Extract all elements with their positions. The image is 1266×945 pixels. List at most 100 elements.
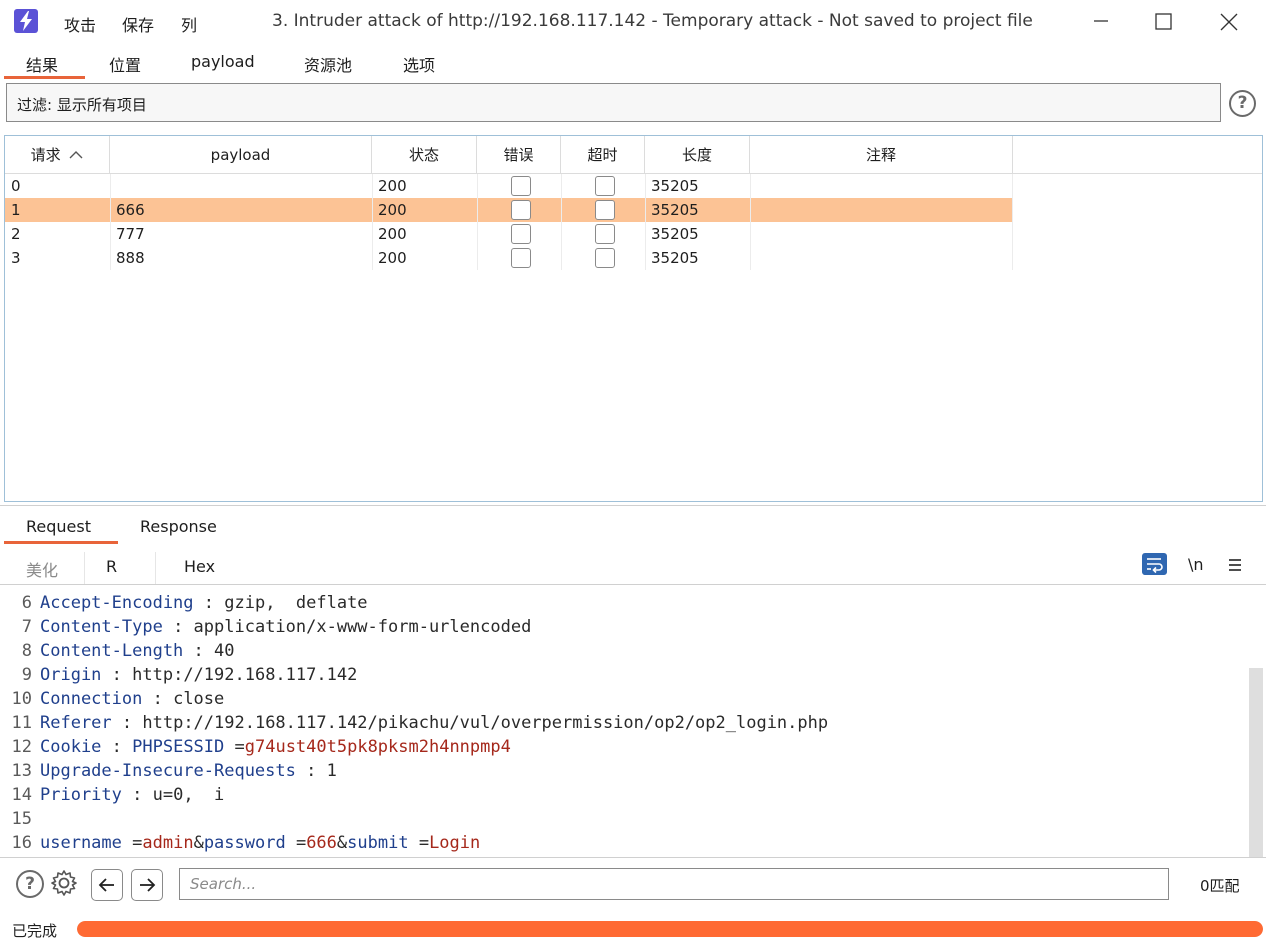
table-row[interactable]: 1 666 200 35205 [5, 198, 1013, 222]
active-tab-indicator [4, 541, 118, 544]
tab-request[interactable]: Request [26, 517, 91, 536]
menu-attack[interactable]: 攻击 [64, 12, 96, 36]
header-value: u=0, i [152, 785, 225, 805]
tab-options[interactable]: 选项 [403, 52, 435, 76]
minimize-button[interactable] [1081, 6, 1121, 36]
status-text: 已完成 [12, 922, 58, 940]
next-match-button[interactable] [131, 869, 163, 901]
cell-length: 35205 [651, 225, 699, 243]
subtab-hex[interactable]: Hex [184, 557, 215, 576]
column-divider [1012, 174, 1013, 270]
header-separator: : [295, 761, 327, 781]
subtab-raw[interactable]: R [106, 557, 117, 576]
code-text: Origin : http://192.168.117.142 [40, 663, 357, 687]
arrow-right-icon [140, 878, 156, 892]
tab-response[interactable]: Response [140, 517, 217, 536]
code-text: Referer : http://192.168.117.142/pikachu… [40, 711, 828, 735]
help-icon[interactable]: ? [16, 870, 44, 898]
line-number: 11 [11, 713, 32, 733]
newline-toggle[interactable]: \n [1188, 555, 1204, 574]
menu-icon[interactable] [1228, 557, 1242, 576]
table-row[interactable]: 2 777 200 35205 [5, 222, 1013, 246]
column-request-label: 请求 [30, 146, 61, 164]
line-number: 9 [21, 665, 32, 685]
error-checkbox [511, 176, 531, 196]
header-name: Priority [40, 785, 122, 805]
header-name: Referer [40, 713, 112, 733]
header-separator: : [111, 713, 143, 733]
body-token: & [193, 833, 204, 853]
column-timeout[interactable]: 超时 [561, 136, 645, 174]
menu-save[interactable]: 保存 [122, 12, 154, 36]
panel-divider [0, 505, 1266, 506]
body-token: password [203, 833, 286, 853]
cell-request: 3 [11, 249, 21, 267]
code-text: Upgrade-Insecure-Requests : 1 [40, 759, 337, 783]
header-value: close [173, 689, 225, 709]
tab-positions[interactable]: 位置 [109, 52, 141, 76]
maximize-icon [1155, 13, 1172, 30]
column-error[interactable]: 错误 [477, 136, 561, 174]
body-token: = [285, 833, 307, 853]
code-text: Content-Length : 40 [40, 639, 235, 663]
body-token: 666 [306, 833, 337, 853]
maximize-button[interactable] [1143, 6, 1183, 36]
body-token: & [336, 833, 348, 853]
header-name: Upgrade-Insecure-Requests [40, 761, 296, 781]
cell-request: 2 [11, 225, 21, 243]
request-editor[interactable]: 6 Accept-Encoding : gzip, deflate 7 Content… [0, 585, 1248, 857]
timeout-checkbox [595, 224, 615, 244]
arrow-left-icon [98, 878, 114, 892]
editor-scrollbar[interactable] [1249, 668, 1263, 858]
column-status[interactable]: 状态 [372, 136, 477, 174]
active-subtab-background [84, 552, 156, 585]
header-value: application/x-www-form-urlencoded [193, 617, 532, 637]
line-number: 7 [21, 617, 32, 637]
column-divider [110, 174, 111, 270]
help-icon[interactable]: ? [1229, 90, 1256, 117]
header-separator: : [193, 593, 225, 613]
line-number: 16 [11, 833, 32, 853]
header-separator: : [183, 641, 215, 661]
results-table: 请求 payload 状态 错误 超时 长度 注释 0 200 35205 1 666 2… [4, 135, 1263, 502]
error-checkbox [511, 200, 531, 220]
column-divider [477, 174, 478, 270]
column-payload[interactable]: payload [110, 136, 372, 174]
menu-columns[interactable]: 列 [181, 12, 197, 36]
line-number: 12 [11, 737, 32, 757]
header-value: http://192.168.117.142/pikachu/vul/overp… [142, 713, 829, 733]
column-request[interactable]: 请求 [5, 136, 110, 174]
error-checkbox [511, 224, 531, 244]
timeout-checkbox [595, 200, 615, 220]
previous-match-button[interactable] [91, 869, 123, 901]
header-value: http://192.168.117.142 [132, 665, 358, 685]
table-header: 请求 payload 状态 错误 超时 长度 注释 [5, 136, 1013, 174]
close-button[interactable] [1208, 6, 1248, 36]
tab-resource-pool[interactable]: 资源池 [304, 52, 352, 76]
cookie-value: g74ust40t5pk8pksm2h4nnpmp4 [244, 737, 511, 757]
line-number: 6 [21, 593, 32, 613]
search-input[interactable] [179, 868, 1169, 900]
progress-bar [77, 921, 1263, 937]
tab-results[interactable]: 结果 [26, 52, 58, 76]
column-comment[interactable]: 注释 [750, 136, 1013, 174]
body-token: = [121, 833, 143, 853]
table-row[interactable]: 0 200 35205 [5, 174, 1013, 198]
window-title: 3. Intruder attack of http://192.168.117… [272, 11, 1033, 31]
settings-icon[interactable] [49, 868, 79, 902]
cell-request: 1 [11, 201, 21, 219]
match-count: 0匹配 [1200, 877, 1240, 895]
wrap-icon[interactable] [1142, 553, 1167, 575]
tab-payloads[interactable]: payload [191, 52, 255, 71]
header-separator: : [162, 617, 194, 637]
column-length[interactable]: 长度 [645, 136, 750, 174]
filter-bar[interactable]: 过滤: 显示所有项目 [6, 83, 1221, 122]
subtab-pretty[interactable]: 美化 [26, 557, 58, 581]
body-token: = [408, 833, 430, 853]
cell-length: 35205 [651, 201, 699, 219]
column-divider [561, 174, 562, 270]
code-text: Accept-Encoding : gzip, deflate [40, 591, 368, 615]
table-row[interactable]: 3 888 200 35205 [5, 246, 1013, 270]
header-separator: : [101, 737, 133, 757]
column-divider [750, 174, 751, 270]
